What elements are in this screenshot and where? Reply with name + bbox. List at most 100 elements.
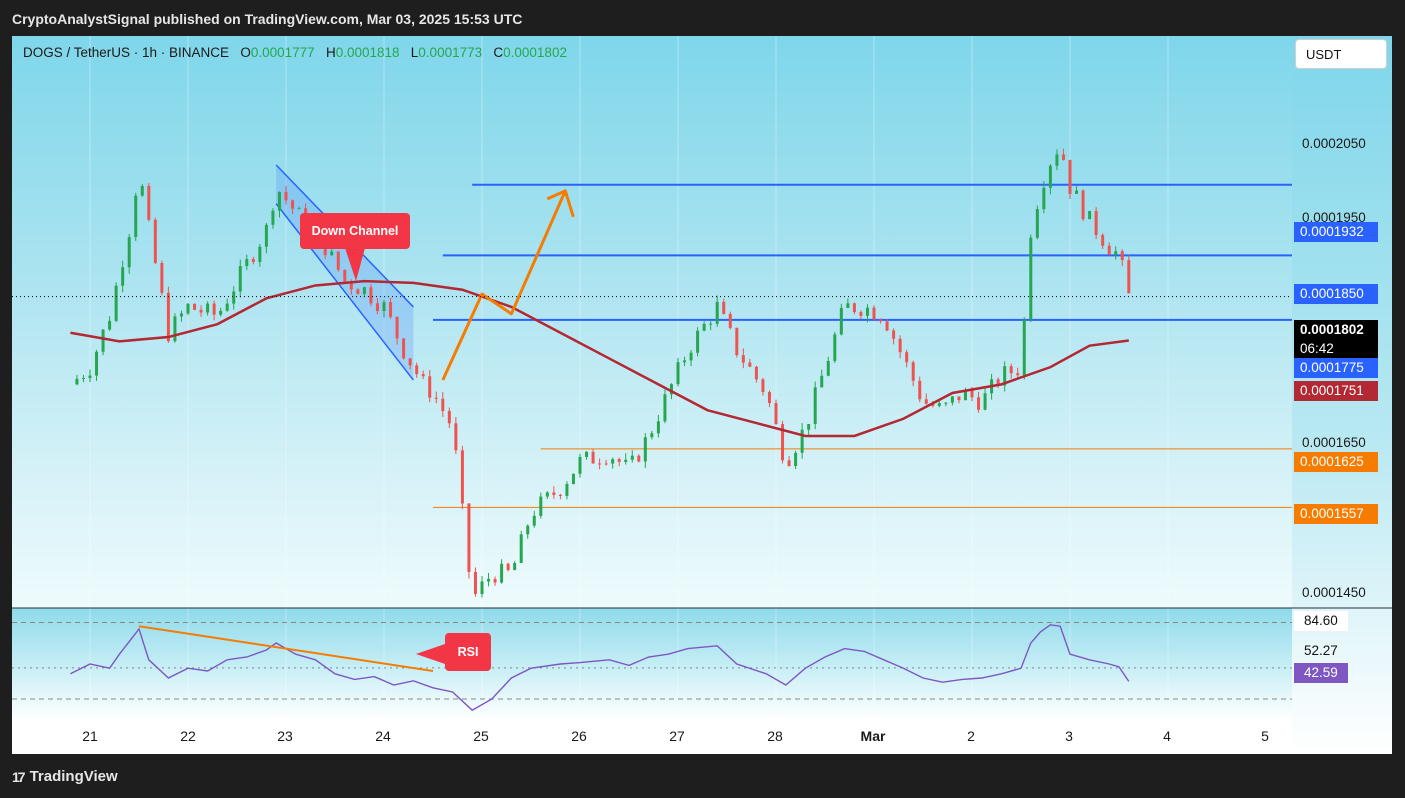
x-tick: 4 bbox=[1163, 728, 1171, 744]
candle-body bbox=[160, 262, 164, 293]
candle-body bbox=[356, 289, 360, 295]
candle-body bbox=[1061, 154, 1065, 160]
candle-body bbox=[408, 358, 412, 366]
candle-body bbox=[950, 396, 954, 403]
x-tick: 22 bbox=[180, 728, 196, 744]
candle-body bbox=[715, 301, 719, 324]
candle-body bbox=[924, 399, 928, 404]
candle-body bbox=[447, 410, 451, 424]
candle-body bbox=[846, 303, 850, 308]
currency-button[interactable]: USDT bbox=[1295, 39, 1387, 69]
candle-body bbox=[225, 303, 229, 311]
candle-body bbox=[1127, 260, 1131, 294]
candle-body bbox=[95, 351, 99, 376]
candle-body bbox=[395, 316, 399, 339]
candle-body bbox=[402, 338, 406, 359]
candle-body bbox=[565, 483, 569, 496]
tradingview-logo[interactable]: 17 TradingView bbox=[12, 768, 118, 785]
high-label: H bbox=[325, 45, 336, 60]
candle-body bbox=[343, 269, 347, 282]
candle-body bbox=[1042, 187, 1046, 210]
candle-body bbox=[271, 210, 275, 225]
candle-body bbox=[473, 571, 477, 594]
candle-body bbox=[826, 360, 830, 376]
candle-body bbox=[232, 291, 236, 304]
candle-body bbox=[513, 563, 517, 571]
candle-body bbox=[284, 192, 288, 201]
low-value: 0.0001773 bbox=[418, 45, 483, 60]
candle-body bbox=[193, 303, 197, 310]
candle-body bbox=[153, 219, 157, 263]
candle-body bbox=[957, 396, 961, 401]
candle-body bbox=[441, 398, 445, 411]
candle-body bbox=[839, 307, 843, 335]
candle-body bbox=[937, 403, 941, 406]
candle-body bbox=[545, 492, 549, 497]
candle-body bbox=[532, 515, 536, 526]
candle-body bbox=[1055, 154, 1059, 166]
candle-body bbox=[983, 393, 987, 410]
publish-header: CryptoAnalystSignal published on Trading… bbox=[0, 0, 1405, 36]
candle-body bbox=[219, 310, 223, 315]
ma-label: 0.0001751 bbox=[1294, 381, 1378, 401]
candle-body bbox=[800, 429, 804, 453]
candle-body bbox=[571, 473, 575, 484]
x-tick: 3 bbox=[1065, 728, 1073, 744]
candle-body bbox=[330, 251, 334, 256]
candle-body bbox=[709, 323, 713, 325]
candle-body bbox=[650, 433, 654, 438]
candle-body bbox=[199, 309, 203, 313]
chart-canvas[interactable] bbox=[12, 36, 1392, 754]
chart-frame[interactable]: DOGS / TetherUS · 1h · BINANCE O0.000177… bbox=[12, 36, 1392, 754]
candle-body bbox=[585, 451, 589, 457]
candle-body bbox=[179, 313, 183, 317]
candle-body bbox=[552, 492, 556, 495]
candle-body bbox=[1114, 251, 1118, 255]
candle-body bbox=[663, 394, 667, 422]
x-tick: 27 bbox=[669, 728, 685, 744]
candle-body bbox=[212, 303, 216, 315]
candle-body bbox=[186, 303, 190, 314]
projection-arrow bbox=[441, 190, 567, 381]
rsi-tag: RSI bbox=[445, 633, 491, 671]
close-value: 0.0001802 bbox=[503, 45, 567, 60]
candle-body bbox=[539, 496, 543, 516]
candle-body bbox=[114, 285, 118, 321]
x-tick: 26 bbox=[571, 728, 587, 744]
candle-body bbox=[108, 320, 112, 330]
candle-body bbox=[506, 563, 510, 571]
price-tick: 0.0002050 bbox=[1302, 136, 1366, 151]
close-label: C bbox=[493, 45, 504, 60]
candle-body bbox=[1048, 165, 1052, 188]
candle-body bbox=[892, 330, 896, 339]
candle-body bbox=[624, 459, 628, 462]
candle-body bbox=[428, 376, 432, 398]
candle-body bbox=[81, 378, 85, 380]
last-price-value: 0.0001802 bbox=[1300, 322, 1364, 337]
candle-body bbox=[1075, 190, 1079, 194]
candle-body bbox=[852, 303, 856, 313]
candle-body bbox=[526, 525, 530, 535]
candle-body bbox=[767, 392, 771, 404]
rsi-tag-pointer bbox=[416, 644, 445, 664]
down-channel-tag: Down Channel bbox=[300, 213, 410, 249]
candle-body bbox=[885, 321, 889, 331]
candle-body bbox=[689, 352, 693, 361]
moving-average-line bbox=[70, 279, 1129, 438]
x-tick: 23 bbox=[277, 728, 293, 744]
candle-body bbox=[977, 397, 981, 410]
candle-body bbox=[735, 327, 739, 356]
candle-body bbox=[140, 185, 144, 196]
x-tick: 21 bbox=[82, 728, 98, 744]
rsi-value-label: 42.59 bbox=[1294, 663, 1348, 683]
candle-body bbox=[88, 375, 92, 379]
candle-body bbox=[578, 456, 582, 474]
candle-body bbox=[787, 460, 791, 466]
candle-body bbox=[1107, 245, 1111, 255]
candle-body bbox=[676, 362, 680, 385]
candle-body bbox=[702, 323, 706, 331]
candle-body bbox=[415, 365, 419, 375]
level-label-1775: 0.0001775 bbox=[1294, 358, 1378, 378]
candle-body bbox=[898, 338, 902, 353]
candle-body bbox=[127, 237, 131, 268]
